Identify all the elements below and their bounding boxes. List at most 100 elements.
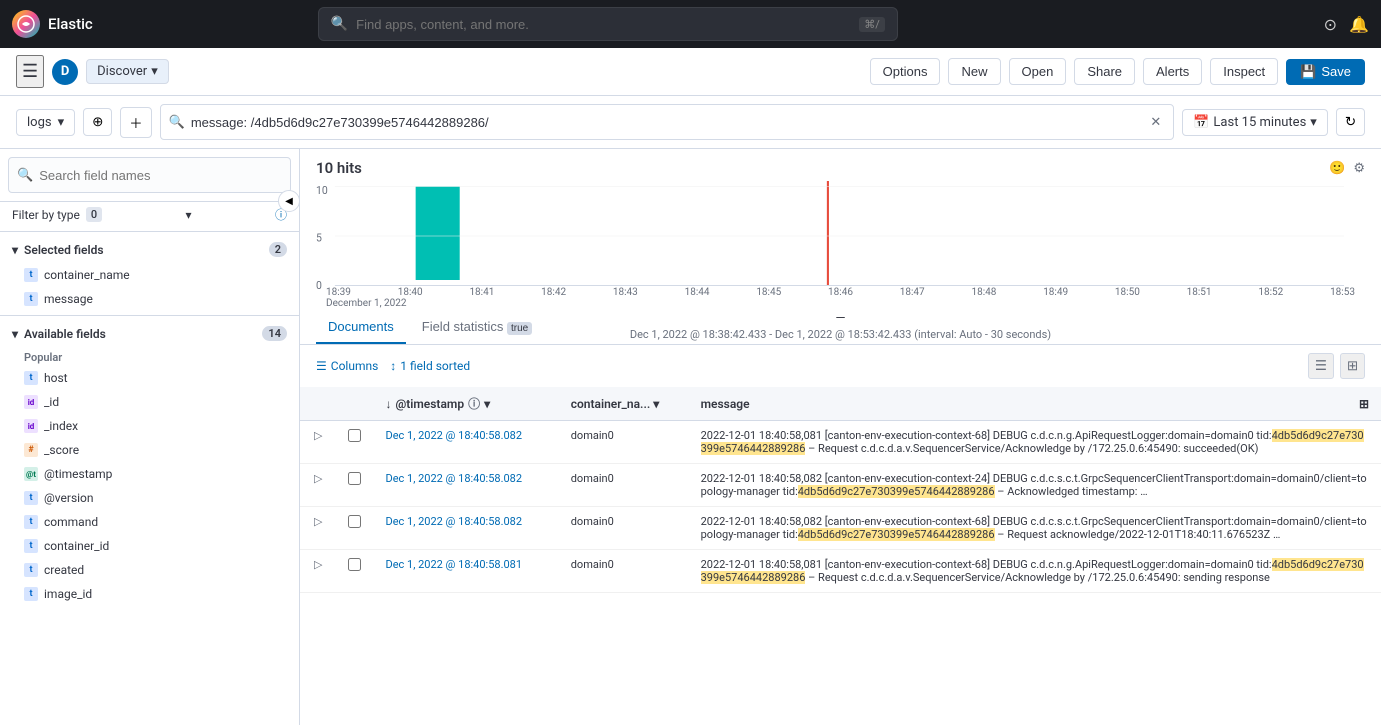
selected-fields-section[interactable]: ▾ Selected fields 2 [0, 236, 299, 263]
popular-label: Popular [0, 347, 299, 366]
time-label-6: 18:45 [756, 287, 781, 298]
list-item[interactable]: t host [0, 366, 299, 390]
time-range-label: Last 15 minutes [1213, 115, 1306, 130]
search-field-input[interactable] [39, 168, 282, 183]
th-message[interactable]: message ⊞ [689, 387, 1381, 421]
table-controls-left: ☰ Columns ↕ 1 field sorted [316, 359, 470, 373]
grid-view-button[interactable]: ⊞ [1340, 353, 1365, 379]
row-select-cell[interactable] [336, 550, 373, 593]
table-controls: ☰ Columns ↕ 1 field sorted ☰ ⊞ [300, 345, 1381, 387]
timestamp-sort-icon: ↓ [385, 397, 391, 411]
global-search-input[interactable] [356, 17, 851, 32]
row-expand-cell[interactable]: ▷ [300, 550, 336, 593]
second-nav-actions: Options New Open Share Alerts Inspect 💾 … [870, 58, 1365, 85]
th-container[interactable]: container_na... ▾ [559, 387, 689, 421]
query-input-wrap[interactable]: 🔍 ✕ [160, 104, 1175, 140]
selected-fields-label: Selected fields [24, 243, 104, 257]
refresh-button[interactable]: ↻ [1336, 108, 1365, 136]
timestamp-sort[interactable]: ↓ @timestamp ⓘ ▾ [385, 395, 546, 412]
sidebar-collapse-button[interactable]: ◀ [278, 190, 300, 212]
alerts-button[interactable]: Alerts [1143, 58, 1202, 85]
save-button[interactable]: 💾 Save [1286, 59, 1365, 85]
table-body: ▷ Dec 1, 2022 @ 18:40:58.082 domain0 202… [300, 421, 1381, 593]
search-field-wrap[interactable]: 🔍 [8, 157, 291, 193]
time-range-selector[interactable]: 📅 Last 15 minutes ▾ [1182, 109, 1328, 136]
row-message: 2022-12-01 18:40:58,081 [canton-env-exec… [689, 550, 1381, 593]
row-checkbox[interactable] [348, 558, 361, 571]
open-button[interactable]: Open [1009, 58, 1067, 85]
notifications-icon[interactable]: 🔔 [1349, 15, 1369, 34]
row-select-cell[interactable] [336, 421, 373, 464]
save-label: Save [1321, 64, 1351, 79]
row-select-cell[interactable] [336, 464, 373, 507]
available-fields-count: 14 [262, 326, 287, 341]
list-item[interactable]: t container_id [0, 534, 299, 558]
time-label-2: 18:41 [469, 287, 494, 298]
list-item[interactable]: # _score [0, 438, 299, 462]
query-input[interactable] [191, 115, 1147, 130]
new-button[interactable]: New [948, 58, 1000, 85]
add-filter-button[interactable]: ＋ [120, 107, 151, 138]
row-checkbox[interactable] [348, 429, 361, 442]
sort-button[interactable]: ↕ 1 field sorted [390, 359, 470, 373]
available-fields-chevron: ▾ [12, 327, 18, 341]
message-expand-icon: ⊞ [1359, 397, 1369, 411]
container-chevron: ▾ [653, 397, 659, 411]
row-expand-cell[interactable]: ▷ [300, 464, 336, 507]
list-item[interactable]: id _id [0, 390, 299, 414]
discover-badge[interactable]: D [52, 59, 78, 85]
list-item[interactable]: id _index [0, 414, 299, 438]
time-label-3: 18:42 [541, 287, 566, 298]
chart-container: 10 5 0 18:39 18:40 18:41 18:42 [300, 181, 1381, 311]
selected-fields-chevron: ▾ [12, 243, 18, 257]
row-timestamp: Dec 1, 2022 @ 18:40:58.082 [373, 421, 558, 464]
help-icon[interactable]: ⊙ [1324, 15, 1337, 34]
field-type-icon: t [24, 563, 38, 577]
index-selector[interactable]: logs ▾ [16, 109, 75, 136]
columns-label: Columns [331, 359, 379, 373]
columns-button[interactable]: ☰ Columns [316, 359, 378, 373]
search-shortcut: ⌘/ [859, 17, 885, 32]
global-search[interactable]: 🔍 ⌘/ [318, 7, 898, 41]
row-checkbox[interactable] [348, 472, 361, 485]
expand-icon[interactable]: ▷ [312, 556, 324, 573]
timestamp-chevron: ▾ [484, 397, 490, 411]
list-item[interactable]: t @version [0, 486, 299, 510]
expand-icon[interactable]: ▷ [312, 513, 324, 530]
field-type-icon: t [24, 268, 38, 282]
row-checkbox[interactable] [348, 515, 361, 528]
hits-smiley-icon[interactable]: 🙂 [1329, 161, 1345, 176]
query-clear-button[interactable]: ✕ [1146, 111, 1165, 134]
second-navigation: ☰ D Discover ▾ Options New Open Share Al… [0, 48, 1381, 96]
expand-icon[interactable]: ▷ [312, 470, 324, 487]
row-expand-cell[interactable]: ▷ [300, 421, 336, 464]
available-fields-section[interactable]: ▾ Available fields 14 [0, 320, 299, 347]
list-item[interactable]: t created [0, 558, 299, 582]
discover-tab[interactable]: Discover ▾ [86, 59, 169, 84]
list-item[interactable]: t container_name [0, 263, 299, 287]
expand-icon[interactable]: ▷ [312, 427, 324, 444]
time-label-12: 18:51 [1187, 287, 1212, 298]
table-view-button[interactable]: ☰ [1308, 353, 1334, 379]
list-item[interactable]: @t @timestamp [0, 462, 299, 486]
hits-settings-icon[interactable]: ⚙ [1353, 161, 1365, 176]
row-expand-cell[interactable]: ▷ [300, 507, 336, 550]
options-button[interactable]: Options [870, 58, 941, 85]
menu-button[interactable]: ☰ [16, 55, 44, 88]
list-item[interactable]: t image_id [0, 582, 299, 606]
highlight-text: 4db5d6d9c27e730399e5746442889286 [701, 429, 1364, 455]
share-button[interactable]: Share [1074, 58, 1135, 85]
filter-type-chevron[interactable]: ▾ [186, 208, 192, 222]
filter-type-row: Filter by type 0 ▾ ⓘ [0, 202, 299, 227]
filter-toggle-button[interactable]: ⊕ [83, 108, 112, 136]
row-select-cell[interactable] [336, 507, 373, 550]
th-timestamp[interactable]: ↓ @timestamp ⓘ ▾ [373, 387, 558, 421]
time-label-0: 18:39 [326, 287, 351, 298]
chart-expand-handle[interactable]: — [316, 311, 1365, 326]
elastic-logo[interactable]: Elastic [12, 10, 93, 38]
results-table: ↓ @timestamp ⓘ ▾ container_na... ▾ messa… [300, 387, 1381, 593]
inspect-button[interactable]: Inspect [1210, 58, 1278, 85]
discover-tab-label: Discover [97, 64, 147, 79]
list-item[interactable]: t command [0, 510, 299, 534]
list-item[interactable]: t message [0, 287, 299, 311]
